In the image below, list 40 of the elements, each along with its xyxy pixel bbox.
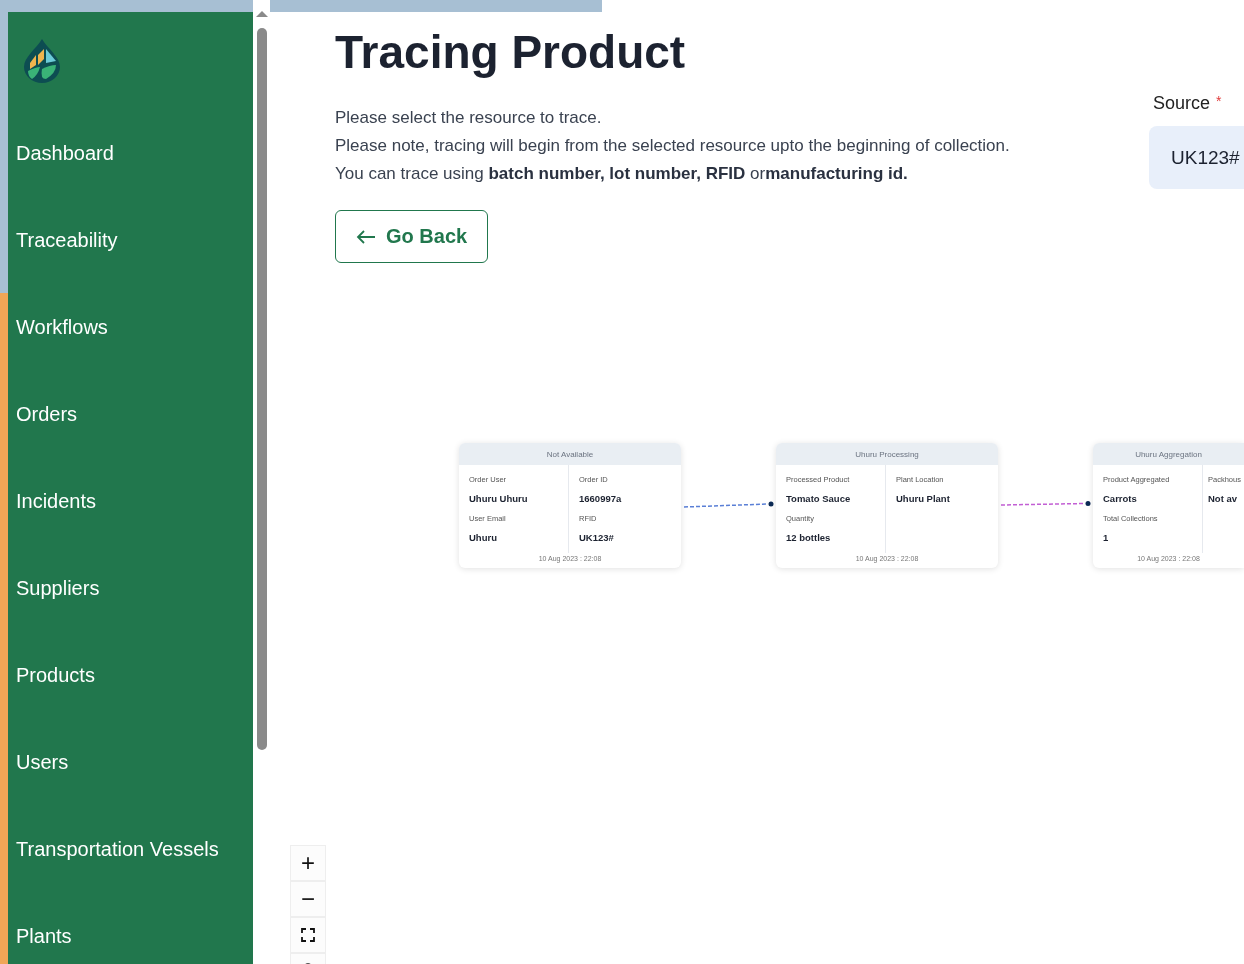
required-mark: *	[1216, 93, 1222, 111]
nav-item[interactable]: Orders	[8, 371, 78, 458]
connector-dot	[768, 501, 774, 507]
field-value: Uhuru Plant	[896, 493, 950, 504]
intro-text: Please select the resource to trace.	[335, 107, 602, 129]
field-value: 1660997a	[579, 493, 622, 504]
nav-item[interactable]: Suppliers	[8, 545, 100, 632]
page-title: Tracing Product	[335, 25, 686, 80]
intro-text: You can trace using batch number, lot number, RFID ormanufacturing id.	[335, 163, 908, 185]
field-value: Uhuru	[469, 532, 497, 543]
go-back-button[interactable]: Go Back	[335, 210, 489, 263]
field-value: Not av	[1208, 493, 1238, 504]
field-value: Carrots	[1103, 493, 1137, 504]
field-value: 12 bottles	[786, 532, 831, 543]
nav-item[interactable]: Plants	[8, 893, 72, 964]
source-field[interactable]: UK123#	[1149, 126, 1244, 189]
zoom-in-button[interactable]: +	[290, 845, 326, 881]
scroll-up-arrow-icon[interactable]	[256, 11, 268, 17]
nav-item[interactable]: Incidents	[8, 458, 97, 545]
field-value: UK123#	[579, 532, 614, 543]
nav-item[interactable]: Workflows	[8, 284, 108, 371]
source-label: Source	[1153, 93, 1211, 114]
fullscreen-icon	[301, 928, 315, 942]
field-value: Uhuru Uhuru	[469, 493, 528, 504]
nav-item[interactable]: Dashboard	[8, 110, 114, 197]
node-title: Uhuru Processing	[855, 449, 919, 459]
node-title: Uhuru Aggregation	[1135, 449, 1202, 459]
intro-text: Please note, tracing will begin from the selected resource upto the beginning of collection.	[335, 135, 1010, 157]
zoom-out-button[interactable]: −	[290, 881, 326, 917]
nav-item[interactable]: Traceability	[8, 197, 118, 284]
logo-icon	[22, 37, 62, 85]
nav-item[interactable]: Users	[8, 719, 69, 806]
field-value: Tomato Sauce	[786, 493, 851, 504]
nav-item[interactable]: Transportation Vessels	[8, 806, 219, 893]
arrow-left-icon	[356, 229, 376, 244]
fit-view-button[interactable]	[290, 917, 326, 953]
node-title: Not Available	[546, 449, 594, 459]
connector-dot	[1085, 501, 1091, 506]
field-value: 1	[1103, 532, 1109, 543]
nav-item[interactable]: Products	[8, 632, 95, 719]
